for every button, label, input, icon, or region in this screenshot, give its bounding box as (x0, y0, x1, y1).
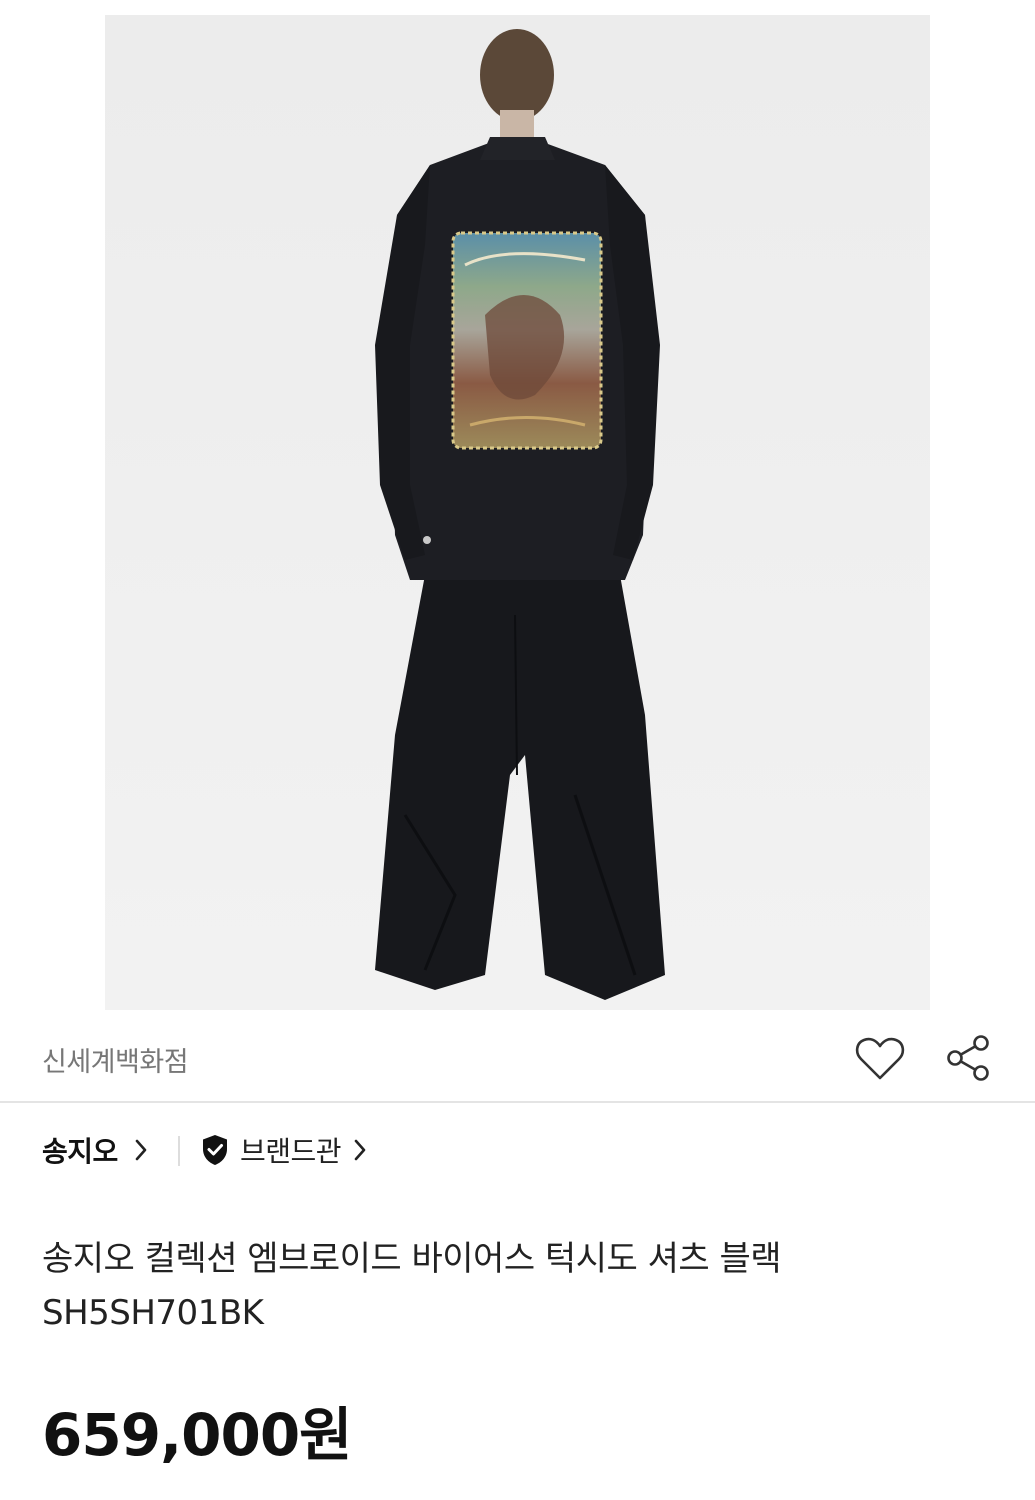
chevron-right-icon (135, 1139, 147, 1161)
product-title: 송지오 컬렉션 엠브로이드 바이어스 턱시도 셔츠 블랙 SH5SH701BK (42, 1239, 782, 1333)
chevron-right-icon (354, 1139, 366, 1161)
brand-name: 송지오 (42, 1135, 118, 1168)
heart-outline-icon (855, 1037, 905, 1080)
seller-row: 신세계백화점 (0, 1010, 1035, 1100)
product-photo (105, 15, 930, 1010)
wishlist-button[interactable] (852, 1030, 908, 1086)
brand-row: 송지오 브랜드관 (0, 1120, 1035, 1182)
share-button[interactable] (940, 1030, 996, 1086)
seller-name[interactable]: 신세계백화점 (42, 1040, 189, 1079)
product-price: 659,000원 (42, 1401, 353, 1469)
brand-link[interactable]: 송지오 (42, 1130, 148, 1170)
brand-separator (178, 1136, 180, 1166)
section-divider (0, 1101, 1035, 1103)
brand-hall-label: 브랜드관 (240, 1135, 342, 1168)
brand-hall-link[interactable]: 브랜드관 (200, 1130, 367, 1170)
product-image[interactable] (105, 15, 930, 1010)
share-icon (947, 1035, 989, 1081)
verified-shield-icon (203, 1135, 227, 1165)
